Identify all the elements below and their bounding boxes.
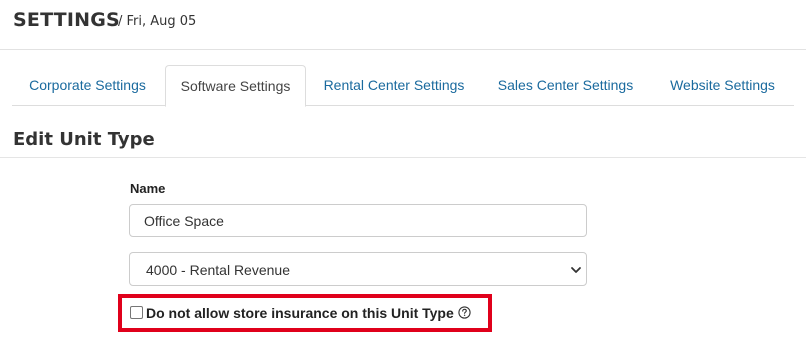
help-circle-icon[interactable] — [458, 306, 471, 319]
name-label: Name — [130, 181, 166, 196]
settings-tabs: Corporate Settings Software Settings Ren… — [12, 65, 794, 107]
tab-sales-center-settings[interactable]: Sales Center Settings — [482, 65, 649, 106]
name-input[interactable] — [129, 204, 587, 237]
insurance-checkbox[interactable] — [130, 306, 143, 319]
tab-website-settings[interactable]: Website Settings — [651, 65, 794, 106]
section-title: Edit Unit Type — [13, 129, 155, 150]
page-header: SETTINGS / Fri, Aug 05 — [0, 0, 806, 50]
tab-corporate-settings[interactable]: Corporate Settings — [12, 65, 163, 106]
select-value: 4000 - Rental Revenue — [146, 262, 290, 278]
page-title: SETTINGS — [13, 9, 120, 31]
tab-rental-center-settings[interactable]: Rental Center Settings — [308, 65, 480, 106]
page-date: / Fri, Aug 05 — [118, 14, 197, 29]
section-divider — [0, 157, 806, 158]
revenue-account-select[interactable]: 4000 - Rental Revenue — [129, 252, 587, 286]
tab-software-settings[interactable]: Software Settings — [165, 65, 306, 107]
chevron-down-icon — [571, 267, 581, 273]
insurance-checkbox-label[interactable]: Do not allow store insurance on this Uni… — [146, 305, 454, 321]
